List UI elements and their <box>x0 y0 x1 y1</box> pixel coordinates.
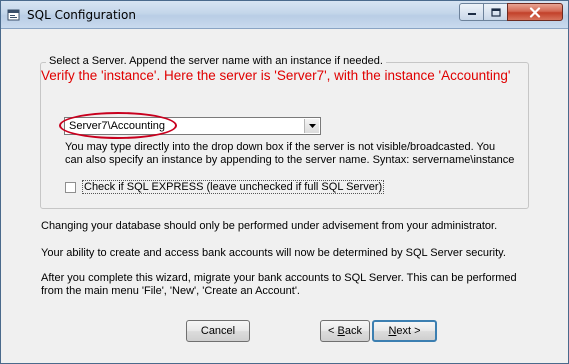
info-security: Your ability to create and access bank a… <box>41 247 506 259</box>
sql-express-checkbox[interactable] <box>65 182 76 193</box>
server-combobox-value[interactable]: Server7\Accounting <box>69 120 165 132</box>
server-hint-text: You may type directly into the drop down… <box>65 141 525 167</box>
back-accel: B <box>337 325 345 337</box>
groupbox-label: Select a Server. Append the server name … <box>46 55 386 67</box>
instance-annotation: Verify the 'instance'. Here the server i… <box>41 68 511 83</box>
info-migrate-line-2: from the main menu 'File', 'New', 'Creat… <box>41 285 300 297</box>
maximize-icon <box>490 7 501 17</box>
minimize-icon <box>467 13 476 15</box>
hint-line-1: You may type directly into the drop down… <box>65 141 496 153</box>
back-rest: ack <box>344 325 362 337</box>
window-title: SQL Configuration <box>27 8 136 22</box>
sql-express-checkbox-label[interactable]: Check if SQL EXPRESS (leave unchecked if… <box>82 180 385 194</box>
combobox-dropdown-button[interactable] <box>304 119 319 133</box>
window-icon <box>7 8 21 22</box>
next-rest: ext > <box>396 325 421 337</box>
back-prefix: < <box>328 325 338 337</box>
sql-configuration-window: SQL Configuration Select a Server. Appen… <box>0 0 569 364</box>
next-button[interactable]: Next > <box>372 320 437 342</box>
server-combobox[interactable]: Server7\Accounting <box>64 117 321 135</box>
dropdown-arrow-icon <box>308 124 316 128</box>
maximize-button[interactable] <box>483 3 508 21</box>
info-migrate-line-1: After you complete this wizard, migrate … <box>41 272 517 284</box>
back-button-label: < Back <box>328 325 362 337</box>
back-button[interactable]: < Back <box>320 320 370 342</box>
close-icon <box>529 6 541 18</box>
dialog-content: Select a Server. Append the server name … <box>1 29 568 363</box>
title-bar[interactable]: SQL Configuration <box>1 1 568 29</box>
minimize-button[interactable] <box>459 3 484 21</box>
hint-line-2: can also specify an instance by appendin… <box>65 154 515 166</box>
info-advisement: Changing your database should only be pe… <box>41 220 498 232</box>
close-button[interactable] <box>507 3 563 21</box>
cancel-button[interactable]: Cancel <box>186 320 250 342</box>
info-migrate: After you complete this wizard, migrate … <box>41 272 521 298</box>
cancel-button-label: Cancel <box>200 325 236 337</box>
next-button-label: Next > <box>388 325 420 337</box>
